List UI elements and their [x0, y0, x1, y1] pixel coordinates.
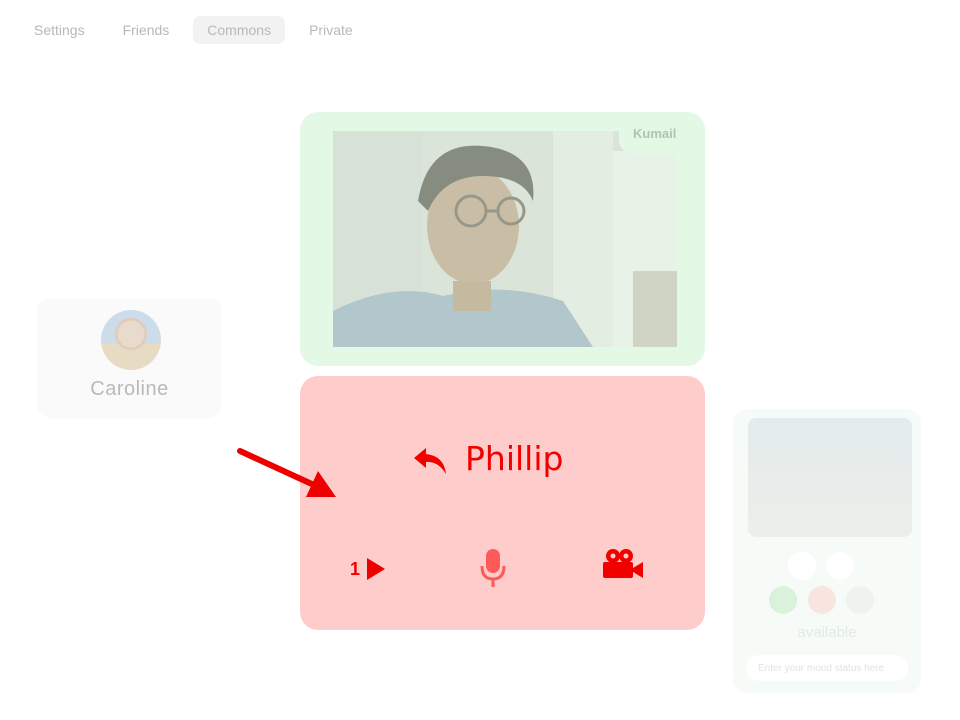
side-video-feed — [748, 418, 912, 537]
app-page: Settings Friends Commons Private Carolin… — [0, 0, 960, 720]
video-camera-icon[interactable] — [601, 548, 645, 580]
tab-commons[interactable]: Commons — [193, 16, 286, 44]
person-name: Caroline — [90, 378, 169, 400]
participant-name-tag: Kumail — [619, 116, 687, 154]
person-card-caroline[interactable]: Caroline — [37, 298, 222, 418]
tab-friends[interactable]: Friends — [109, 16, 184, 44]
video-call-card: Kumail — [300, 112, 705, 366]
play-count: 1 — [350, 558, 361, 579]
play-icon — [367, 558, 386, 580]
avatar — [101, 310, 161, 370]
microphone-icon[interactable] — [480, 548, 506, 588]
reply-icon[interactable] — [412, 446, 448, 476]
status-dot-busy[interactable] — [808, 586, 836, 614]
tab-private[interactable]: Private — [295, 16, 367, 44]
status-dot-away[interactable] — [846, 586, 874, 614]
tab-settings[interactable]: Settings — [20, 16, 99, 44]
side-user-card: available — [733, 409, 921, 693]
pointer-arrow — [237, 448, 336, 497]
caller-name: Phillip — [465, 439, 564, 478]
status-dot-available[interactable] — [769, 586, 797, 614]
video-feed — [333, 131, 677, 347]
play-button[interactable]: 1 — [350, 557, 386, 581]
incoming-call-card: Phillip 1 — [300, 376, 705, 630]
status-dot[interactable] — [826, 552, 854, 580]
mood-status-input[interactable] — [746, 655, 908, 681]
status-dot[interactable] — [788, 552, 816, 580]
status-text: available — [797, 624, 857, 641]
top-nav: Settings Friends Commons Private — [20, 16, 367, 44]
